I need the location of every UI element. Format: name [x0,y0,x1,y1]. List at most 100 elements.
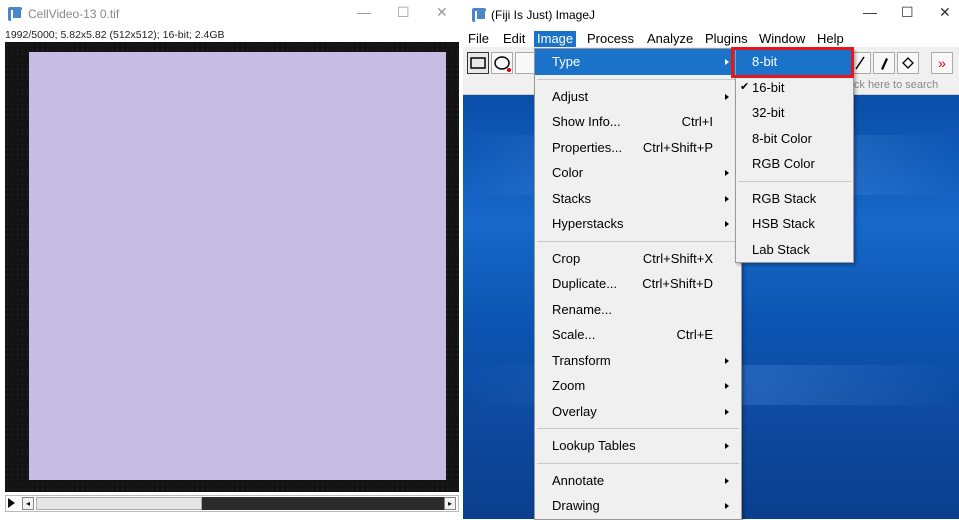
submenu-arrow-icon [725,357,729,364]
submenu-arrow-icon [725,503,729,509]
menu-item-label: Adjust [552,88,589,104]
menu-item-label: Annotate [552,472,605,488]
menu-item-shortcut: Ctrl+I [681,114,713,129]
submenu-arrow-icon [725,383,729,389]
brush-tool-icon[interactable] [873,52,895,74]
submenu-arrow-icon [725,195,729,202]
type-option-16-bit[interactable]: ✔ 16-bit [736,75,853,101]
menu-help[interactable]: Help [814,31,847,47]
menu-separator [535,237,741,246]
type-option-32-bit[interactable]: 32-bit [736,100,853,126]
menu-item-shortcut: Ctrl+E [676,327,713,342]
menu-item-label: Rename... [552,301,612,317]
type-option-hsb-stack[interactable]: HSB Stack [736,211,853,237]
menu-item-zoom[interactable]: Zoom [535,373,741,399]
menu-image[interactable]: Image [534,31,577,47]
menu-analyze[interactable]: Analyze [644,31,696,47]
image-menu: Type Adjust Show Info... Ctrl+I Properties..… [534,48,742,520]
fiji-app-icon [8,7,23,21]
menu-edit[interactable]: Edit [500,31,528,47]
type-option-rgb-color[interactable]: RGB Color [736,151,853,177]
maximize-icon[interactable]: ☐ [397,4,410,21]
image-info-line: 1992/5000; 5.82x5.82 (512x512); 16-bit; … [5,29,225,41]
menu-item-label: Type [552,54,581,69]
type-option-label: Lab Stack [752,241,810,257]
menu-item-label: Lookup Tables [552,438,636,453]
menu-separator [535,459,741,468]
menu-item-overlay[interactable]: Overlay [535,399,741,425]
menu-item-lookup-tables[interactable]: Lookup Tables [535,433,741,459]
play-icon[interactable] [8,498,15,508]
menu-item-stacks[interactable]: Stacks [535,186,741,212]
type-option-label: 8-bit Color [752,130,812,146]
type-option-label: 32-bit [752,105,785,120]
type-option-8-bit-color[interactable]: 8-bit Color [736,126,853,152]
close-icon[interactable]: ✕ [939,4,951,21]
menu-item-rename[interactable]: Rename... [535,297,741,323]
type-option-rgb-stack[interactable]: RGB Stack [736,186,853,212]
minimize-icon[interactable]: — [357,4,371,20]
menu-item-shortcut: Ctrl+Shift+D [642,276,713,291]
menu-item-drawing[interactable]: Drawing [535,493,741,519]
menu-item-label: Hyperstacks [552,216,624,231]
submenu-arrow-icon [725,408,729,415]
oval-tool-icon[interactable] [491,52,513,74]
submenu-arrow-icon [725,59,729,65]
menu-plugins[interactable]: Plugins [702,31,751,47]
menu-item-properties[interactable]: Properties... Ctrl+Shift+P [535,135,741,161]
image-content[interactable] [29,52,446,480]
submenu-arrow-icon [725,93,729,100]
type-option-label: RGB Color [752,156,815,171]
menu-window[interactable]: Window [756,31,808,47]
submenu-arrow-icon [725,170,729,176]
menu-item-transform[interactable]: Transform [535,348,741,374]
fiji-titlebar[interactable]: (Fiji Is Just) ImageJ — ☐ ✕ [463,0,959,30]
menu-item-crop[interactable]: Crop Ctrl+Shift+X [535,246,741,272]
checkmark-icon: ✔ [740,80,750,93]
menu-item-hyperstacks[interactable]: Hyperstacks [535,211,741,237]
menu-item-label: Duplicate... [552,276,618,291]
menu-item-type[interactable]: Type [535,49,741,75]
type-option-label: RGB Stack [752,190,817,206]
image-window-titlebar[interactable]: CellVideo-13 0.tif — ☐ ✕ [0,0,461,28]
menu-file[interactable]: File [465,31,492,47]
type-submenu: 8-bit ✔ 16-bit 32-bit 8-bit Color RGB Color RG… [735,48,854,263]
highlight-box [731,47,854,78]
menu-item-adjust[interactable]: Adjust [535,84,741,110]
type-option-label: HSB Stack [752,216,815,231]
flood-fill-tool-icon[interactable] [897,52,919,74]
menu-item-color[interactable]: Color [535,160,741,186]
submenu-arrow-icon [725,477,729,484]
menu-separator [535,424,741,433]
menubar: File Edit Image Process Analyze Plugins … [463,30,959,47]
menu-item-show-info[interactable]: Show Info... Ctrl+I [535,109,741,135]
image-window: CellVideo-13 0.tif — ☐ ✕ 1992/5000; 5.82… [0,0,461,519]
menu-item-label: Color [552,165,584,180]
fiji-window-title: (Fiji Is Just) ImageJ [491,8,596,22]
search-hint[interactable]: lick here to search [849,79,938,91]
slider-track[interactable] [202,497,444,510]
rectangle-tool-icon[interactable] [467,52,489,74]
menu-item-scale[interactable]: Scale... Ctrl+E [535,322,741,348]
minimize-icon[interactable]: — [863,4,877,20]
menu-item-label: Scale... [552,327,596,342]
slider-right-arrow-icon[interactable]: ▸ [444,497,456,510]
menu-item-annotate[interactable]: Annotate [535,468,741,494]
type-option-label: 16-bit [752,79,785,95]
menu-process[interactable]: Process [584,31,637,47]
slider-left-arrow-icon[interactable]: ◂ [22,497,34,510]
menu-separator [535,75,741,84]
menu-item-label: Overlay [552,403,597,419]
type-option-lab-stack[interactable]: Lab Stack [736,237,853,263]
menu-item-duplicate[interactable]: Duplicate... Ctrl+Shift+D [535,271,741,297]
close-icon[interactable]: ✕ [436,4,448,21]
menu-item-label: Stacks [552,190,592,206]
submenu-arrow-icon [725,221,729,227]
toolbar-overflow-icon[interactable]: » [931,52,953,74]
image-window-title: CellVideo-13 0.tif [28,7,120,21]
maximize-icon[interactable]: ☐ [901,4,914,21]
menu-item-label: Show Info... [552,114,621,129]
menu-item-label: Transform [552,352,611,368]
menu-item-label: Crop [552,250,581,266]
slider-thumb[interactable] [36,497,202,510]
